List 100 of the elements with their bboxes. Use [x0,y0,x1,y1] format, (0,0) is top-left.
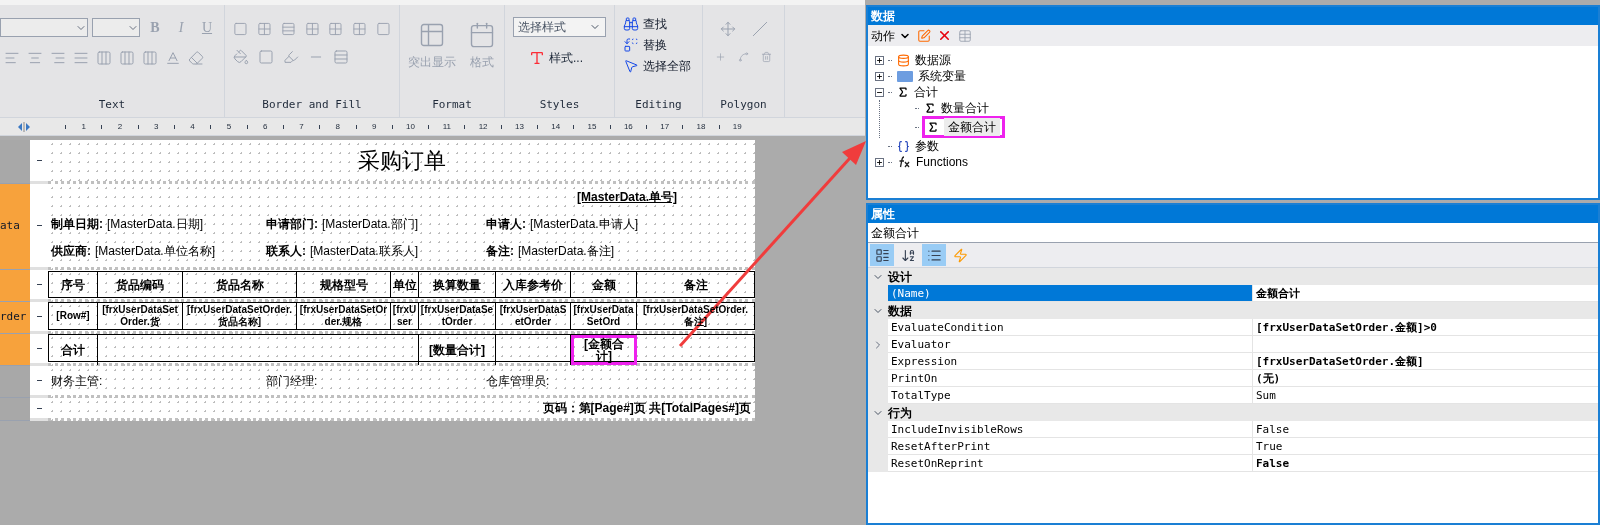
property-name[interactable]: EvaluateCondition [888,319,1253,336]
tree-item[interactable]: 合计 [895,83,940,101]
band-strip[interactable]: ata [0,184,30,270]
signature-label: 财务主管: [50,372,104,390]
tree-item[interactable]: Functions [895,153,971,171]
field-value: [MasterData.部门] [322,216,419,233]
clear-format-icon[interactable] [188,50,204,66]
align-center-icon[interactable] [27,50,43,66]
styles-button[interactable]: 样式... [529,49,606,67]
expand-icon[interactable] [874,157,884,167]
column-header: 单位 [391,272,419,297]
editing-button[interactable]: 选择全部 [623,55,694,76]
curve-icon[interactable] [738,49,749,65]
edit-icon[interactable] [917,28,931,43]
column-header: 货品名称 [183,272,297,297]
panel-title: 数据 [868,7,1598,25]
table-icon[interactable] [958,28,972,43]
border-icon[interactable] [280,21,296,37]
editing-button[interactable]: 查找 [623,13,694,34]
border-icon[interactable] [376,21,391,37]
ruler-number: 3 [154,122,159,131]
table-cell: [数量合计] [419,335,496,365]
delete-icon[interactable] [937,28,952,43]
action-menu[interactable]: 动作 [871,26,911,45]
tree-item[interactable]: 数量合计 [922,99,991,117]
ruler-number: 8 [335,122,341,131]
property-name[interactable]: IncludeInvisibleRows [888,421,1253,438]
property-name[interactable]: Evaluator [888,336,1253,353]
tree-item[interactable]: 金额合计 [922,116,1005,138]
align-left-icon[interactable] [4,50,20,66]
property-name[interactable]: (Name) [888,285,1253,302]
line-width-icon[interactable] [333,49,349,65]
style-select[interactable]: 选择样式 [513,17,606,37]
font-style-icon[interactable] [529,50,545,66]
property-name[interactable]: Expression [888,353,1253,370]
property-value[interactable]: False [1253,455,1598,472]
columns-icon[interactable] [142,50,158,66]
band-strip[interactable]: rder [0,302,30,334]
line-color-icon[interactable] [283,49,299,65]
cross-icon[interactable] [751,21,768,37]
ruler-number: 4 [190,122,195,131]
select-icon[interactable] [623,57,639,74]
field-value: [MasterData.联系人] [310,243,419,260]
page-number-text: 页码：第[Page#]页 共[TotalPages#]页 [542,400,751,417]
align-justify-icon[interactable] [73,50,89,66]
border-icon[interactable] [233,21,248,37]
table-cell: 合计 [49,335,98,365]
editing-button[interactable]: 替换 [623,34,694,55]
tree-item[interactable]: 参数 [895,137,941,155]
column-header: 入库参考价 [496,272,571,297]
property-value[interactable]: (无) [1253,370,1598,387]
expand-icon[interactable] [874,55,884,65]
field-label: 申请人: [486,216,526,233]
ruler-number: 15 [587,122,597,131]
tree-item[interactable]: 系统变量 [895,67,968,85]
signature-label: 仓库管理员: [485,372,551,390]
ruler-number: 18 [696,122,706,131]
property-value[interactable]: [frxUserDataSetOrder.金额]>0 [1253,319,1598,336]
expand-icon[interactable] [874,71,884,81]
border-grid-icon[interactable] [328,21,344,37]
border-grid-icon[interactable] [304,21,320,37]
table-cell: [frxUser [391,303,419,329]
column-header: 备注 [682,276,709,294]
border-grid-icon[interactable] [256,21,272,37]
band-strip[interactable] [0,270,30,302]
replace-icon[interactable] [623,36,639,53]
ruler-number: 17 [660,122,670,131]
collapse-icon[interactable] [874,87,884,97]
group-label: Text [98,96,126,113]
font-color-icon[interactable] [165,50,181,66]
move-icon[interactable] [719,21,736,37]
ruler-number: 5 [226,122,232,131]
sigma-icon [897,86,909,98]
property-value[interactable]: False [1253,421,1598,438]
property-value[interactable]: [frxUserDataSetOrder.金额] [1253,353,1598,370]
fill-color-icon[interactable] [233,49,249,65]
band-strip[interactable] [0,334,30,366]
group-label: Format [432,96,472,113]
property-name[interactable]: ResetOnReprint [888,455,1253,472]
shadow-icon[interactable] [258,49,274,65]
panel-title: 属性 [868,205,1598,223]
property-name[interactable]: ResetAfterPrint [888,438,1253,455]
ruler-toggle-icon[interactable] [17,121,31,132]
align-right-icon[interactable] [50,50,66,66]
columns-icon[interactable] [119,50,135,66]
border-grid-icon[interactable] [352,21,368,37]
size-combo[interactable] [92,18,140,37]
order-number-field: [MasterData.单号] [576,188,677,206]
ruler-number: 19 [732,122,742,131]
tree-item[interactable]: 数据源 [895,51,953,69]
property-name[interactable]: PrintOn [888,370,1253,387]
column-header: 规格型号 [297,272,391,297]
property-value[interactable]: True [1253,438,1598,455]
column-header: 序号 [49,272,98,297]
find-icon[interactable] [623,15,639,32]
table-cell: [frxUserDataSetOrd [571,303,637,329]
group-label: Editing [635,96,682,113]
group-label: Border and Fill [262,96,362,113]
font-combo[interactable] [0,18,88,37]
columns-icon[interactable] [96,50,112,66]
